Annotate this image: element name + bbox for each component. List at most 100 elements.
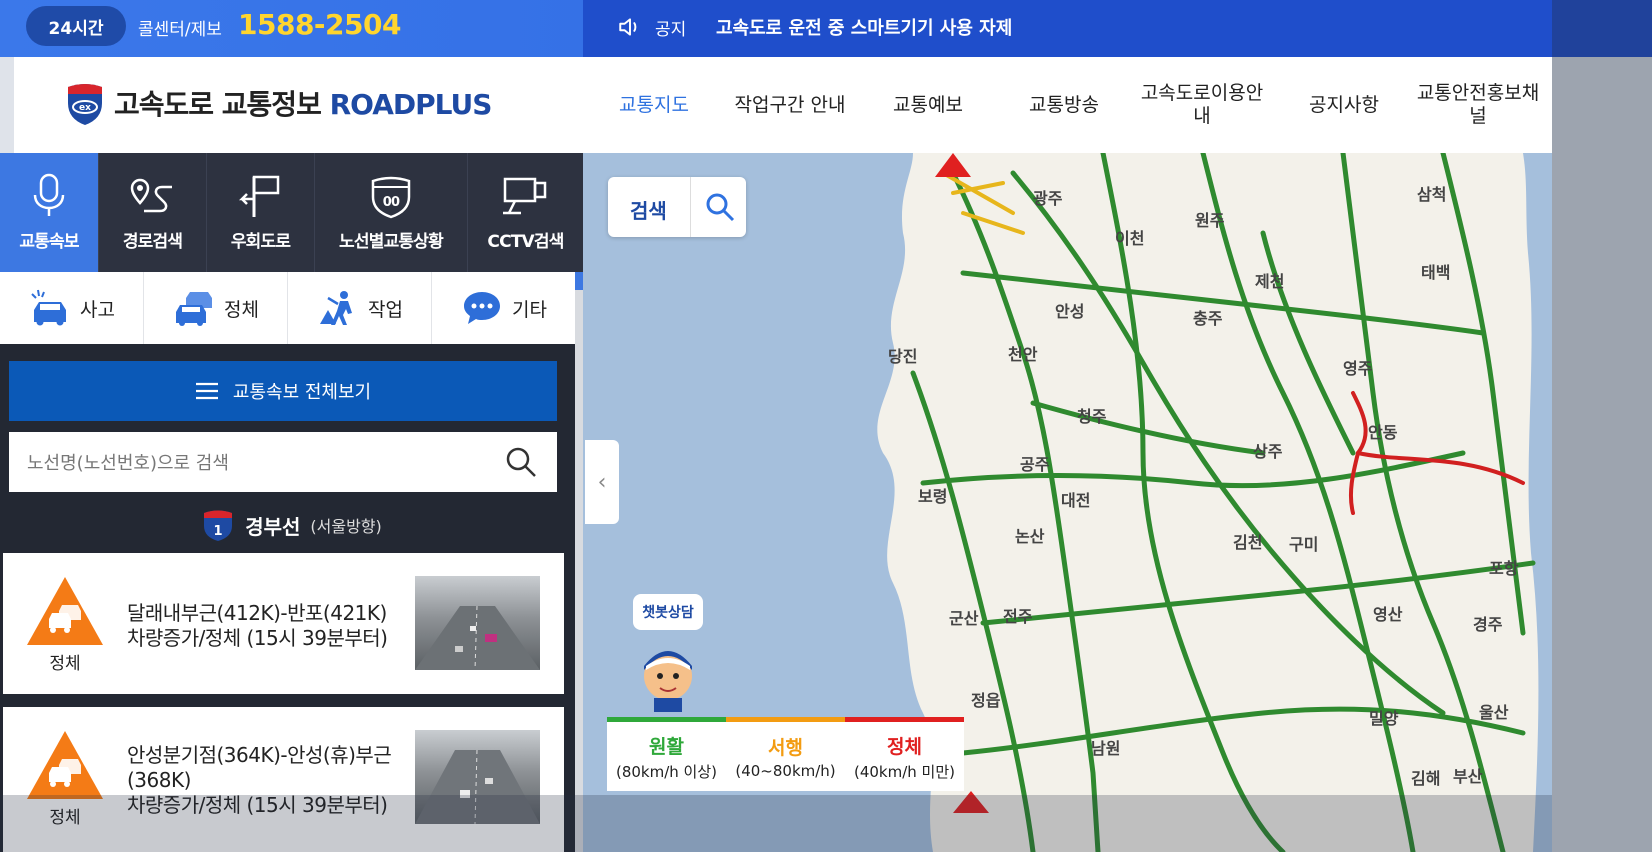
ex-shield-logo-icon[interactable]: ex: [62, 81, 108, 127]
route-title: 1 경부선 (서울방향): [0, 505, 583, 545]
tool-detour[interactable]: 우회도로: [207, 153, 315, 272]
map-place-label: 보령: [918, 487, 948, 506]
map-place-label: 경주: [1473, 615, 1503, 634]
category-roadwork[interactable]: 작업: [288, 272, 432, 344]
legend-speed: (40km/h 미만): [853, 762, 956, 781]
map-place-label: 상주: [1253, 442, 1283, 461]
legend-smooth: 원활 (80km/h 이상): [607, 717, 726, 791]
map-place-label: 이천: [1115, 229, 1145, 248]
map-place-label: 광주: [1033, 189, 1063, 208]
nav-traffic-map[interactable]: 교통지도: [599, 57, 709, 153]
category-label: 작업: [368, 298, 403, 321]
nav-broadcast[interactable]: 교통방송: [1014, 57, 1114, 153]
map-place-label: 삼척: [1417, 185, 1447, 204]
legend-speed: (40~80km/h): [735, 762, 836, 780]
map-place-label: 구미: [1289, 535, 1319, 554]
incident-description: 달래내부근(412K)-반포(421K) 차량증가/정체 (15시 39분부터): [127, 601, 397, 651]
map-place-label: 천안: [1008, 345, 1038, 364]
tool-route-search[interactable]: 경로검색: [99, 153, 207, 272]
left-panel: 교통속보 경로검색 우회도로 00 노선별교통상황 CCTV검색 사고 정체 작…: [0, 153, 583, 852]
list-scrollbar-thumb[interactable]: [575, 272, 583, 290]
callcenter-label: 콜센터/제보: [138, 20, 222, 40]
map-place-label: 청주: [1077, 407, 1107, 426]
tool-label: 경로검색: [122, 232, 183, 252]
list-scrollbar[interactable]: [575, 272, 583, 852]
tool-label: 우회도로: [230, 232, 291, 252]
view-all-button[interactable]: 교통속보 전체보기: [9, 361, 557, 421]
accident-car-icon: [31, 289, 67, 326]
map-place-label: 영산: [1373, 605, 1403, 624]
map-place-label: 당진: [888, 347, 918, 366]
map-search-button[interactable]: 검색: [608, 177, 746, 237]
map-place-label: 제천: [1255, 272, 1285, 291]
tool-cctv-search[interactable]: CCTV검색: [468, 153, 583, 272]
map-place-label: 충주: [1193, 309, 1223, 328]
legend-name: 서행: [768, 737, 803, 759]
notice-link[interactable]: 고속도로 운전 중 스마트기기 사용 자제: [716, 14, 1012, 40]
map-place-label: 김천: [1233, 533, 1263, 552]
incident-status: 차량증가/정체 (15시 39분부터): [127, 626, 388, 650]
speech-bubble-icon: [464, 292, 501, 324]
svg-text:1: 1: [214, 524, 223, 539]
tool-label: CCTV검색: [487, 232, 564, 252]
search-icon[interactable]: [503, 444, 539, 480]
logo-brand: ROADPLUS: [329, 88, 493, 121]
svg-text:00: 00: [383, 195, 400, 210]
map-place-label: 포항: [1489, 559, 1519, 578]
map-place-label: 태백: [1421, 263, 1451, 282]
microphone-icon: [33, 173, 65, 216]
nav-forecast[interactable]: 교통예보: [878, 57, 978, 153]
nav-safety-channel[interactable]: 교통안전홍보채널: [1412, 57, 1544, 153]
site-header: ex 고속도로 교통정보 ROADPLUS 교통지도 작업구간 안내 교통예보 …: [14, 57, 1552, 153]
divider: [690, 177, 691, 237]
chevron-left-icon: ‹: [597, 469, 607, 495]
svg-text:ex: ex: [79, 103, 91, 113]
callcenter-phone[interactable]: 1588-2504: [238, 8, 401, 41]
incident-location: 달래내부근(412K)-반포(421K): [127, 601, 387, 625]
roadwork-icon: [320, 291, 353, 325]
tool-traffic-news[interactable]: 교통속보: [0, 153, 99, 272]
site-logo[interactable]: 고속도로 교통정보 ROADPLUS: [114, 83, 493, 123]
map-place-label: 영주: [1343, 359, 1373, 378]
route-search-input[interactable]: 노선명(노선번호)으로 검색: [9, 432, 557, 492]
congestion-warning-icon: [27, 577, 103, 645]
tool-route-status[interactable]: 00 노선별교통상황: [315, 153, 468, 272]
legend-speed: (80km/h 이상): [615, 762, 718, 781]
category-other[interactable]: 기타: [432, 272, 575, 344]
map-place-label: 공주: [1020, 455, 1050, 474]
legend-name: 정체: [887, 735, 922, 758]
overlay-strip: [0, 795, 1552, 852]
incident-card[interactable]: 정체 달래내부근(412K)-반포(421K) 차량증가/정체 (15시 39분…: [3, 553, 564, 694]
category-congestion[interactable]: 정체: [144, 272, 288, 344]
nav-roadwork[interactable]: 작업구간 안내: [730, 57, 850, 153]
nav-usage-guide[interactable]: 고속도로이용안내: [1134, 57, 1270, 153]
detour-icon: [238, 175, 279, 217]
collapse-panel-button[interactable]: ‹: [585, 440, 619, 524]
congestion-cars-icon: [176, 292, 213, 326]
tool-label: 교통속보: [19, 232, 79, 252]
notice-label: 공지: [655, 20, 687, 40]
chatbot-button[interactable]: 챗봇상담: [633, 594, 703, 630]
legend-slow: 서행 (40~80km/h): [726, 717, 845, 791]
tool-row: 교통속보 경로검색 우회도로 00 노선별교통상황 CCTV검색: [0, 153, 583, 272]
map-place-label: 김해: [1411, 769, 1441, 788]
category-label: 사고: [80, 298, 115, 321]
traffic-legend: 원활 (80km/h 이상) 서행 (40~80km/h) 정체 (40km/h…: [607, 717, 964, 791]
category-label: 기타: [512, 298, 547, 321]
map-place-label: 남원: [1091, 739, 1121, 758]
category-accident[interactable]: 사고: [0, 272, 144, 344]
nav-notices[interactable]: 공지사항: [1294, 57, 1394, 153]
map-place-label: 대전: [1061, 491, 1091, 510]
incident-location: 안성분기점(364K)-안성(휴)부근(368K): [127, 743, 392, 792]
speaker-icon: [619, 18, 637, 36]
map-place-label: 군산: [949, 609, 979, 628]
search-placeholder: 노선명(노선번호)으로 검색: [27, 453, 229, 474]
tool-label: 노선별교통상황: [339, 232, 444, 252]
cctv-thumbnail[interactable]: [415, 576, 540, 670]
chatbot-mascot-icon[interactable]: [634, 636, 702, 712]
top-bar: 24시간 콜센터/제보 1588-2504 공지 고속도로 운전 중 스마트기기…: [0, 0, 1652, 57]
logo-title: 고속도로 교통정보: [114, 88, 322, 121]
hours-badge: 24시간: [26, 6, 126, 46]
route-direction: (서울방향): [310, 517, 382, 536]
map-place-label: 정읍: [971, 691, 1001, 710]
